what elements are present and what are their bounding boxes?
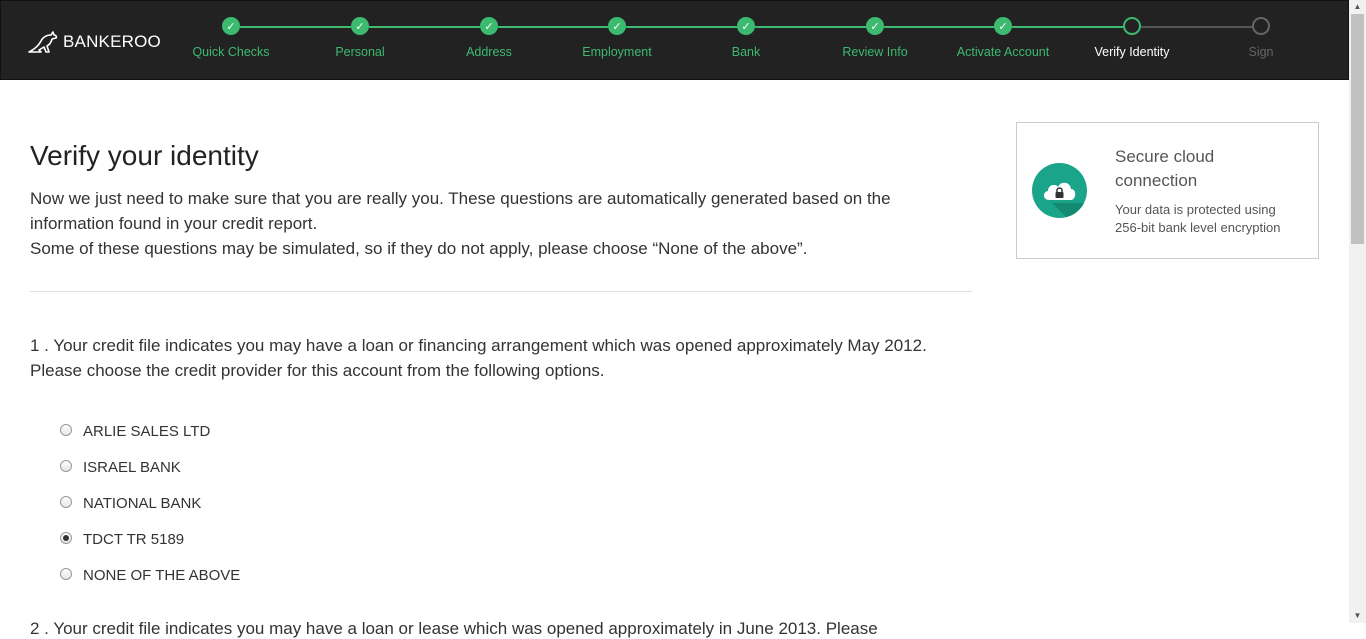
step-verify-identity: Verify Identity xyxy=(1072,17,1192,59)
intro-line-1: Now we just need to make sure that you a… xyxy=(30,189,891,233)
step-label: Sign xyxy=(1248,45,1274,59)
radio-button[interactable] xyxy=(60,460,72,472)
step-sign: Sign xyxy=(1201,17,1321,59)
check-icon: ✓ xyxy=(351,17,369,35)
intro-text: Now we just need to make sure that you a… xyxy=(30,186,972,261)
step-label: Verify Identity xyxy=(1094,45,1170,59)
step-address[interactable]: ✓ Address xyxy=(429,17,549,59)
answer-option[interactable]: ISRAEL BANK xyxy=(60,449,972,485)
step-activate-account[interactable]: ✓ Activate Account xyxy=(943,17,1063,59)
radio-button[interactable] xyxy=(60,568,72,580)
answer-option-label[interactable]: NATIONAL BANK xyxy=(83,495,201,512)
scroll-thumb[interactable] xyxy=(1351,14,1364,244)
intro-line-2: Some of these questions may be simulated… xyxy=(30,239,808,258)
step-bank[interactable]: ✓ Bank xyxy=(686,17,806,59)
answer-option-label[interactable]: ISRAEL BANK xyxy=(83,459,181,476)
check-icon: ✓ xyxy=(994,17,1012,35)
step-review-info[interactable]: ✓ Review Info xyxy=(815,17,935,59)
question-2-text: 2 . Your credit file indicates you may h… xyxy=(30,619,878,638)
check-icon: ✓ xyxy=(737,17,755,35)
answer-option[interactable]: NATIONAL BANK xyxy=(60,485,972,521)
answer-option-label[interactable]: TDCT TR 5189 xyxy=(83,531,184,548)
question-1-text: 1 . Your credit file indicates you may h… xyxy=(30,336,927,380)
kangaroo-icon xyxy=(28,31,58,53)
check-icon: ✓ xyxy=(222,17,240,35)
answer-option-label[interactable]: NONE OF THE ABOVE xyxy=(83,567,240,584)
main-content: Verify your identity Now we just need to… xyxy=(30,140,972,639)
answer-option[interactable]: ARLIE SALES LTD xyxy=(60,413,972,449)
scroll-up-icon[interactable]: ▲ xyxy=(1349,0,1366,14)
radio-button[interactable] xyxy=(60,532,72,544)
question-1-options: ARLIE SALES LTD ISRAEL BANK NATIONAL BANK T… xyxy=(30,413,972,593)
secure-connection-panel: Secure cloud connection Your data is pro… xyxy=(1016,122,1319,259)
page-title: Verify your identity xyxy=(30,140,259,171)
step-label: Quick Checks xyxy=(192,45,270,59)
secure-description: Your data is protected using 256-bit ban… xyxy=(1115,202,1281,235)
radio-button[interactable] xyxy=(60,496,72,508)
secure-title: Secure cloud connection xyxy=(1115,147,1215,190)
cloud-lock-icon xyxy=(1032,163,1087,218)
check-icon: ✓ xyxy=(866,17,884,35)
step-quick-checks[interactable]: ✓ Quick Checks xyxy=(171,17,291,59)
answer-option[interactable]: NONE OF THE ABOVE xyxy=(60,557,972,593)
divider xyxy=(30,291,972,292)
step-circle-icon xyxy=(1252,17,1270,35)
check-icon: ✓ xyxy=(480,17,498,35)
bankeroo-logo[interactable]: BANKEROO xyxy=(27,31,161,53)
answer-option-label[interactable]: ARLIE SALES LTD xyxy=(83,423,210,440)
step-employment[interactable]: ✓ Employment xyxy=(557,17,677,59)
step-label: Review Info xyxy=(842,45,908,59)
answer-option[interactable]: TDCT TR 5189 xyxy=(60,521,972,557)
step-label: Activate Account xyxy=(956,45,1050,59)
progress-header: BANKEROO ✓ Quick Checks ✓ Personal ✓ Address ✓… xyxy=(0,0,1349,80)
scroll-down-icon[interactable]: ▼ xyxy=(1349,609,1366,623)
step-personal[interactable]: ✓ Personal xyxy=(300,17,420,59)
check-icon: ✓ xyxy=(608,17,626,35)
logo-text: BANKEROO xyxy=(63,32,161,51)
radio-button[interactable] xyxy=(60,424,72,436)
step-label: Employment xyxy=(582,45,652,59)
step-label: Bank xyxy=(731,45,761,59)
step-label: Address xyxy=(466,45,512,59)
step-circle-icon xyxy=(1123,17,1141,35)
vertical-scrollbar[interactable]: ▲ ▼ xyxy=(1349,0,1366,623)
step-label: Personal xyxy=(335,45,385,59)
